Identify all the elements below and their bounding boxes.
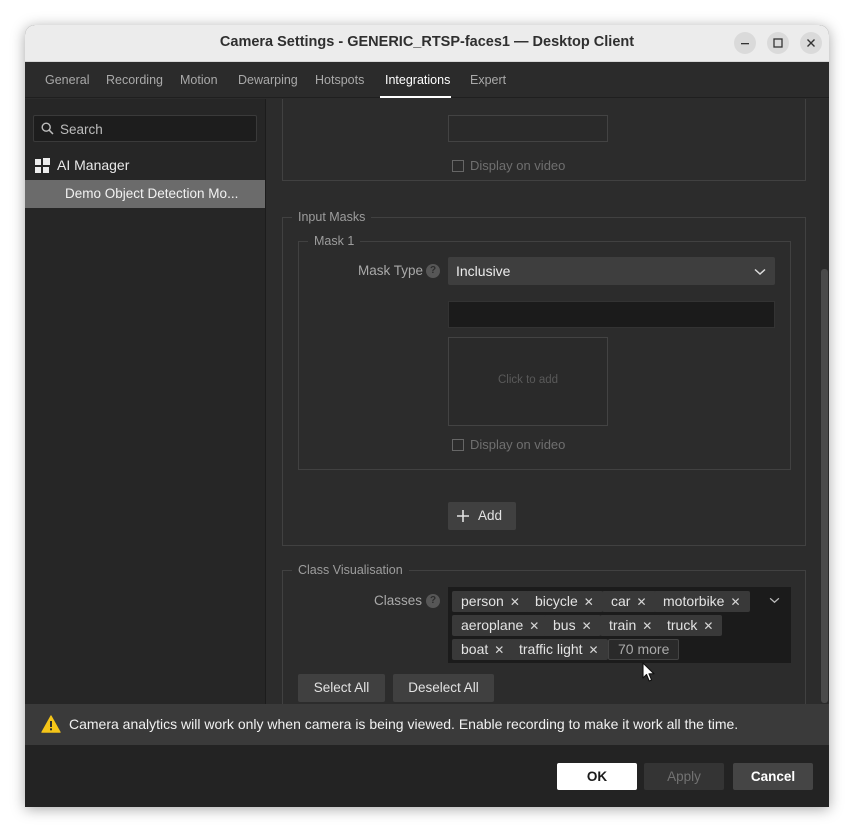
class-visualisation-group: Class Visualisation Classes ? person ✕ bi… — [282, 563, 806, 704]
mouse-pointer-icon — [642, 662, 655, 682]
remove-chip-icon[interactable]: ✕ — [642, 619, 652, 633]
more-classes-chip[interactable]: 70 more — [608, 639, 680, 660]
remove-chip-icon[interactable]: ✕ — [584, 595, 594, 609]
help-icon[interactable]: ? — [426, 264, 440, 278]
class-chip[interactable]: train ✕ — [600, 615, 662, 636]
close-button[interactable] — [800, 32, 822, 54]
remove-chip-icon[interactable]: ✕ — [636, 595, 646, 609]
class-chip[interactable]: bus ✕ — [544, 615, 601, 636]
help-icon[interactable]: ? — [426, 594, 440, 608]
class-chip[interactable]: car ✕ — [602, 591, 656, 612]
window-title: Camera Settings - GENERIC_RTSP-faces1 — … — [219, 34, 635, 50]
deselect-all-button[interactable]: Deselect All — [393, 674, 494, 702]
integrations-sidebar: Search AI Manager Demo Object Detection … — [25, 99, 266, 704]
class-chip[interactable]: traffic light ✕ — [510, 639, 608, 660]
remove-chip-icon[interactable]: ✕ — [529, 619, 539, 633]
checkbox-label: Display on video — [470, 158, 566, 173]
mask-name-field[interactable] — [448, 301, 775, 328]
notice-text: Camera analytics will work only when cam… — [69, 716, 739, 732]
mask-1-group: Mask 1 Mask Type ? Inclusive Click to ad… — [298, 234, 791, 470]
group-title: Class Visualisation — [292, 563, 409, 577]
tree-item-label: Demo Object Detection Mo... — [65, 186, 239, 201]
tab-bar: General Recording Motion Dewarping Hotsp… — [25, 62, 829, 98]
roi-area-box[interactable] — [448, 115, 608, 142]
plugin-grid-icon — [35, 158, 50, 173]
class-chip[interactable]: aeroplane ✕ — [452, 615, 549, 636]
tab-hotspots[interactable]: Hotspots — [315, 73, 364, 87]
group-title: Mask 1 — [308, 234, 361, 248]
maximize-icon — [773, 38, 783, 48]
select-value: Inclusive — [456, 263, 511, 279]
select-all-button[interactable]: Select All — [298, 674, 385, 702]
active-tab-indicator — [380, 96, 451, 98]
tab-recording[interactable]: Recording — [106, 73, 163, 87]
search-placeholder: Search — [60, 122, 103, 137]
checkbox-box[interactable] — [452, 160, 464, 172]
minimize-button[interactable] — [734, 32, 756, 54]
classes-label: Classes — [374, 593, 423, 608]
classes-multiselect[interactable]: person ✕ bicycle ✕ car ✕ motorbike ✕ aeropla… — [448, 587, 791, 663]
cancel-button[interactable]: Cancel — [733, 763, 813, 790]
close-icon — [807, 39, 815, 47]
tab-expert[interactable]: Expert — [470, 73, 506, 87]
warning-icon — [41, 715, 61, 733]
add-button-label: Add — [477, 508, 503, 523]
remove-chip-icon[interactable]: ✕ — [730, 595, 740, 609]
class-chip[interactable]: bicycle ✕ — [526, 591, 603, 612]
minimize-icon — [741, 43, 749, 45]
tab-general[interactable]: General — [45, 73, 89, 87]
plus-icon — [457, 510, 469, 522]
camera-settings-dialog: Camera Settings - GENERIC_RTSP-faces1 — … — [25, 25, 829, 807]
tree-item-demo-object-detection[interactable]: Demo Object Detection Mo... — [25, 180, 265, 208]
scrollbar-thumb[interactable] — [821, 269, 828, 703]
class-chip[interactable]: motorbike ✕ — [654, 591, 750, 612]
roi-group: Display on video — [282, 99, 806, 181]
chevron-down-icon — [754, 268, 766, 276]
title-bar[interactable]: Camera Settings - GENERIC_RTSP-faces1 — … — [25, 25, 829, 62]
tab-motion[interactable]: Motion — [180, 73, 218, 87]
input-masks-group: Input Masks Mask 1 Mask Type ? Inclusive… — [282, 210, 806, 546]
analytics-notice-bar: Camera analytics will work only when cam… — [25, 704, 829, 745]
tab-dewarping[interactable]: Dewarping — [238, 73, 298, 87]
remove-chip-icon[interactable]: ✕ — [510, 595, 520, 609]
remove-chip-icon[interactable]: ✕ — [494, 643, 504, 657]
remove-chip-icon[interactable]: ✕ — [582, 619, 592, 633]
class-chip[interactable]: truck ✕ — [658, 615, 723, 636]
remove-chip-icon[interactable]: ✕ — [589, 643, 599, 657]
ok-button[interactable]: OK — [557, 763, 637, 790]
mask-type-label: Mask Type — [358, 263, 424, 278]
maximize-button[interactable] — [767, 32, 789, 54]
class-chip[interactable]: person ✕ — [452, 591, 529, 612]
group-title: Input Masks — [292, 210, 372, 224]
click-to-add-label: Click to add — [497, 374, 559, 386]
apply-button[interactable]: Apply — [644, 763, 724, 790]
search-icon — [41, 122, 54, 135]
settings-content: Display on video Input Masks Mask 1 Mask… — [267, 99, 829, 704]
tab-integrations[interactable]: Integrations — [385, 73, 450, 87]
mask-type-select[interactable]: Inclusive — [448, 257, 775, 285]
chevron-down-icon[interactable] — [769, 597, 780, 604]
dialog-footer: OK Apply Cancel — [25, 745, 829, 807]
tree-item-label: AI Manager — [57, 157, 130, 173]
checkbox-label: Display on video — [470, 437, 566, 452]
add-mask-button[interactable]: Add — [448, 502, 516, 530]
search-input[interactable]: Search — [33, 115, 257, 142]
class-chip[interactable]: boat ✕ — [452, 639, 514, 660]
mask-area-box[interactable]: Click to add — [448, 337, 608, 426]
checkbox-box[interactable] — [452, 439, 464, 451]
remove-chip-icon[interactable]: ✕ — [703, 619, 713, 633]
